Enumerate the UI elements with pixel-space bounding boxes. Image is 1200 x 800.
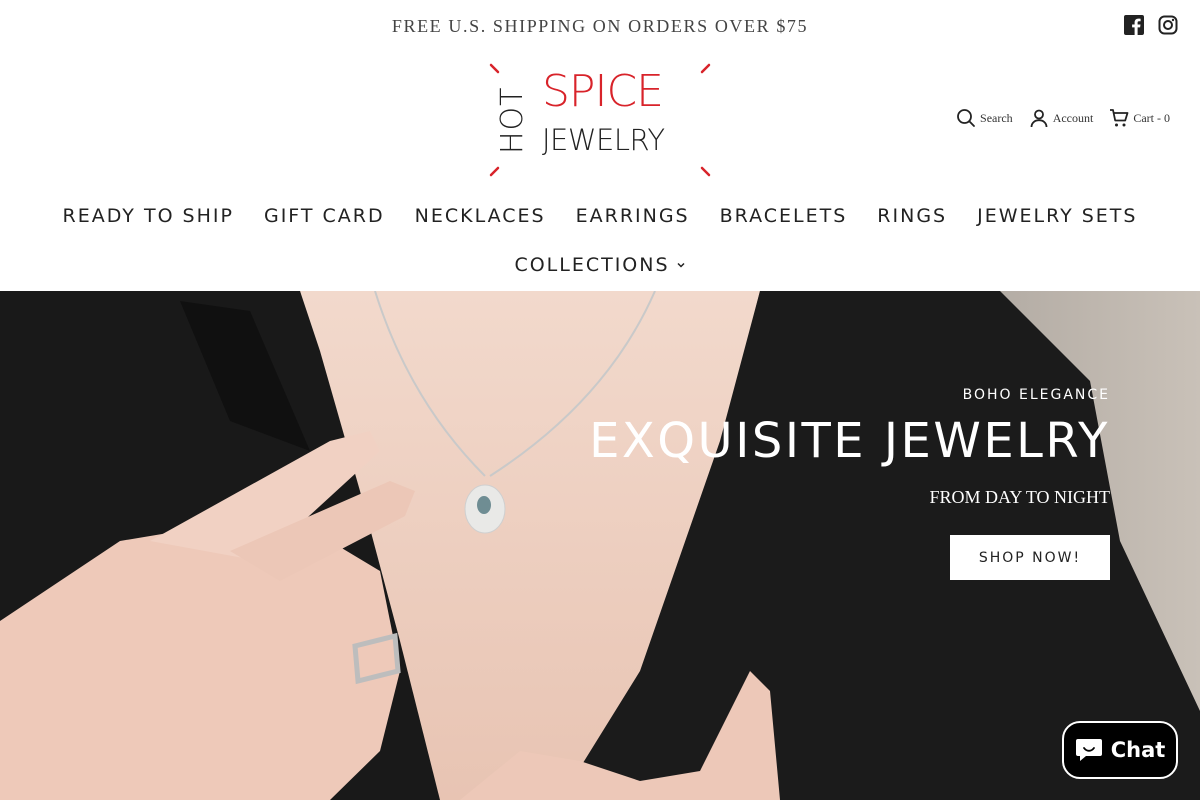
nav-gift-card[interactable]: GIFT CARD [264,196,385,236]
hero-subtitle: BOHO ELEGANCE [962,387,1110,403]
hero-banner: BOHO ELEGANCE EXQUISITE JEWELRY FROM DAY… [0,291,1200,800]
logo-spice-text: SPICE [542,66,664,117]
logo-hot-text: HOT [495,86,530,155]
facebook-icon[interactable] [1124,15,1144,35]
nav-bracelets[interactable]: BRACELETS [720,196,848,236]
nav-jewelry-sets[interactable]: JEWELRY SETS [977,196,1137,236]
chat-label: Chat [1110,738,1166,762]
search-label: Search [980,110,1013,125]
chat-button[interactable]: Chat [1062,721,1178,779]
cart-label: Cart - 0 [1133,110,1170,125]
announcement-bar: FREE U.S. SHIPPING ON ORDERS OVER $75 [0,0,1200,52]
nav-earrings[interactable]: EARRINGS [576,196,690,236]
main-nav: READY TO SHIP GIFT CARD NECKLACES EARRIN… [0,196,1200,236]
chevron-down-icon [677,262,685,268]
search-icon [957,109,975,127]
shop-now-button[interactable]: SHOP NOW! [950,535,1110,580]
nav-collections-label: COLLECTIONS [514,254,670,276]
user-icon [1030,109,1048,128]
nav-collections[interactable]: COLLECTIONS [514,247,685,283]
nav-necklaces[interactable]: NECKLACES [415,196,546,236]
nav-rings[interactable]: RINGS [877,196,947,236]
cart-link[interactable]: Cart - 0 [1109,108,1170,128]
announcement-text: FREE U.S. SHIPPING ON ORDERS OVER $75 [391,15,809,36]
instagram-icon[interactable] [1158,15,1178,35]
nav-ready-to-ship[interactable]: READY TO SHIP [63,196,234,236]
site-logo[interactable]: HOT SPICE JEWELRY [488,62,712,178]
account-label: Account [1052,110,1094,125]
hero-tagline: FROM DAY TO NIGHT [929,487,1110,507]
chat-bubble-icon [1075,739,1102,761]
logo-jewelry-text: JEWELRY [542,123,665,157]
search-link[interactable]: Search [956,108,1013,128]
social-links [1124,15,1178,35]
hero-title: EXQUISITE JEWELRY [589,413,1110,469]
secondary-nav: COLLECTIONS [0,247,1200,283]
cart-icon [1110,109,1129,127]
account-link[interactable]: Account [1029,108,1094,128]
header-utilities: Search Account Cart - 0 [956,108,1170,128]
